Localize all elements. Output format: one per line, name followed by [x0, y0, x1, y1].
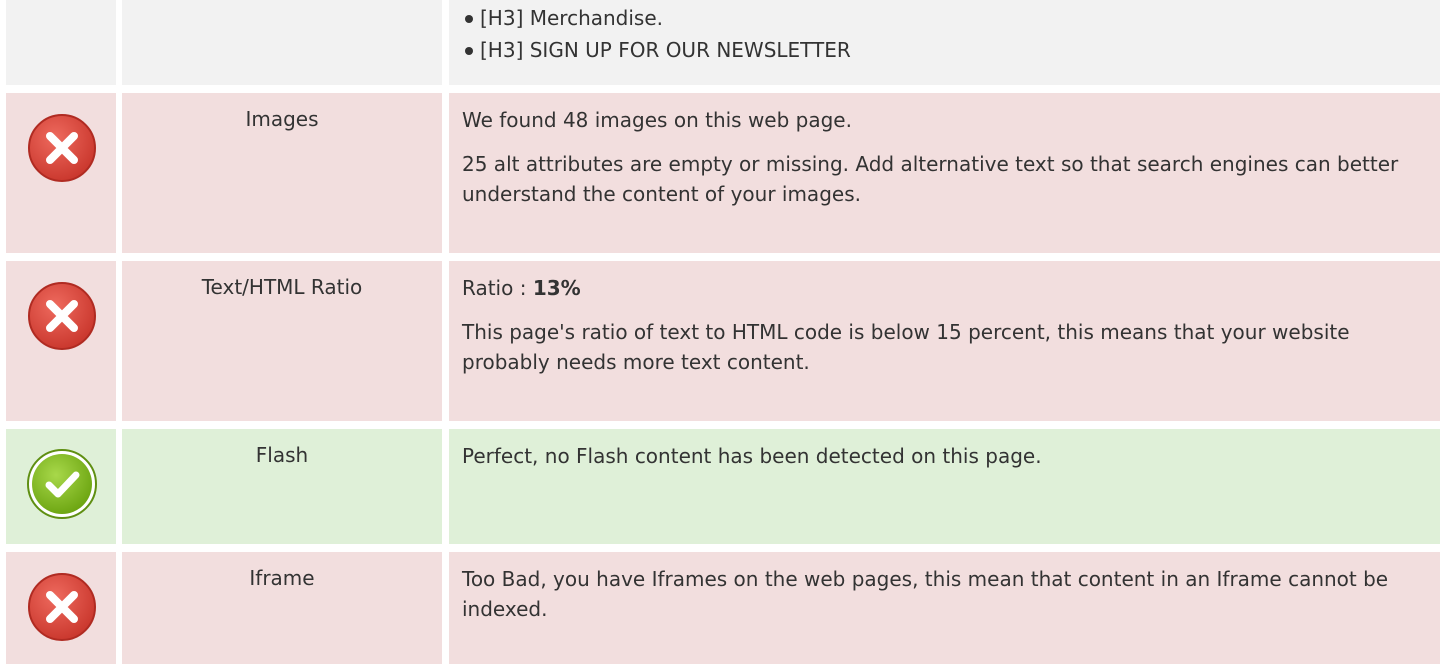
images-label: Images	[245, 107, 319, 131]
error-x-icon	[28, 282, 96, 350]
flash-label-cell: Flash	[122, 429, 442, 544]
flash-row: Flash Perfect, no Flash content has been…	[0, 429, 1446, 544]
headings-icon-cell	[6, 0, 116, 85]
flash-body-cell: Perfect, no Flash content has been detec…	[449, 429, 1440, 544]
flash-text: Perfect, no Flash content has been detec…	[462, 444, 1042, 468]
iframe-text: Too Bad, you have Iframes on the web pag…	[462, 567, 1389, 621]
iframe-label-cell: Iframe	[122, 552, 442, 664]
ratio-status-cell	[6, 261, 116, 421]
headings-label-cell	[122, 0, 442, 85]
iframe-body-cell: Too Bad, you have Iframes on the web pag…	[449, 552, 1440, 664]
check-icon	[27, 449, 97, 519]
list-item: [H3] Merchandise.	[462, 2, 1420, 34]
ratio-value-line: Ratio : 13%	[462, 273, 1420, 303]
flash-label: Flash	[255, 443, 309, 467]
headings-row: [H3] Merchandise. [H3] SIGN UP FOR OUR N…	[0, 0, 1446, 85]
iframe-status-cell	[6, 552, 116, 664]
images-count-text: We found 48 images on this web page.	[462, 108, 852, 132]
list-item: [H3] SIGN UP FOR OUR NEWSLETTER	[462, 34, 1420, 66]
error-x-icon	[28, 573, 96, 641]
ratio-label-cell: Text/HTML Ratio	[122, 261, 442, 421]
flash-status-cell	[6, 429, 116, 544]
headings-list: [H3] Merchandise. [H3] SIGN UP FOR OUR N…	[462, 2, 1420, 66]
text-html-ratio-row: Text/HTML Ratio Ratio : 13% This page's …	[0, 261, 1446, 421]
ratio-prefix: Ratio :	[462, 276, 533, 300]
ratio-description: This page's ratio of text to HTML code i…	[462, 320, 1350, 374]
ratio-label: Text/HTML Ratio	[201, 275, 363, 299]
iframe-label: Iframe	[249, 566, 315, 590]
images-status-cell	[6, 93, 116, 253]
iframe-row: Iframe Too Bad, you have Iframes on the …	[0, 552, 1446, 664]
images-body-cell: We found 48 images on this web page. 25 …	[449, 93, 1440, 253]
images-label-cell: Images	[122, 93, 442, 253]
ratio-value: 13%	[532, 276, 581, 300]
ratio-body-cell: Ratio : 13% This page's ratio of text to…	[449, 261, 1440, 421]
images-row: Images We found 48 images on this web pa…	[0, 93, 1446, 253]
headings-body-cell: [H3] Merchandise. [H3] SIGN UP FOR OUR N…	[449, 0, 1440, 85]
images-alt-text: 25 alt attributes are empty or missing. …	[462, 152, 1399, 206]
error-x-icon	[28, 114, 96, 182]
